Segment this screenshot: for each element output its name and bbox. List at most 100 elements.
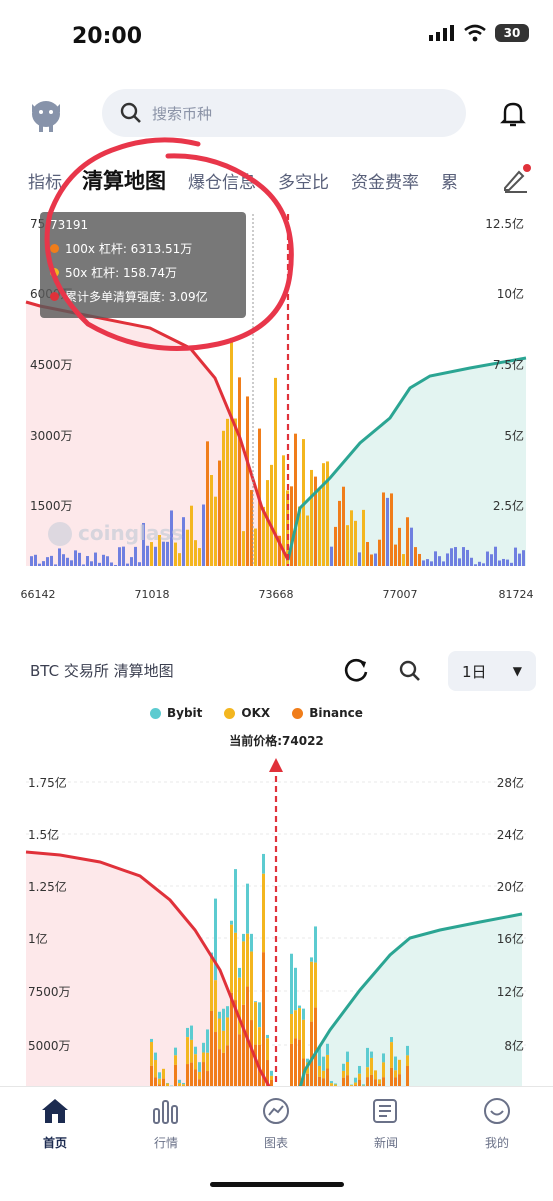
okx-bar: [406, 1055, 409, 1066]
chart-bar: [246, 396, 249, 566]
status-time: 20:00: [72, 24, 142, 49]
okx-bar: [326, 1055, 329, 1069]
okx-bar: [162, 1069, 165, 1079]
okx-bar: [202, 1053, 205, 1063]
bybit-bar: [342, 1064, 345, 1071]
bybit-bar: [254, 1001, 257, 1002]
okx-bar: [370, 1058, 373, 1075]
chart-bar: [490, 554, 493, 566]
x-tick: 66142: [21, 588, 56, 601]
chart-bar: [210, 475, 213, 566]
battery-indicator: 30: [495, 24, 529, 42]
bybit-bar: [222, 1009, 225, 1031]
chart-bar: [374, 554, 377, 566]
chart-bar: [146, 546, 149, 566]
okx-bar: [230, 925, 233, 993]
chart-bar: [102, 555, 105, 566]
chart-bar: [38, 564, 41, 566]
chart-bar: [330, 547, 333, 566]
chart-bar: [414, 547, 417, 566]
tab-funding-rate[interactable]: 资金费率: [351, 168, 419, 193]
okx-bar: [190, 1040, 193, 1063]
binance-bar: [230, 993, 233, 1090]
caret-down-icon: ▼: [513, 664, 522, 678]
okx-bar: [322, 1071, 325, 1078]
chart-bar: [186, 530, 189, 566]
bybit-bar: [242, 934, 245, 942]
okx-bar: [226, 1017, 229, 1045]
left-tick: 1亿: [28, 931, 48, 946]
right-tick: 12亿: [497, 984, 524, 999]
legend-item-binance[interactable]: Binance: [292, 706, 363, 720]
nav-home[interactable]: 首页: [15, 1097, 95, 1151]
nav-market[interactable]: 行情: [126, 1097, 206, 1151]
bybit-bar: [230, 921, 233, 925]
chart-bar: [94, 553, 97, 566]
chart-bar: [522, 550, 525, 566]
chart-circle-icon: [261, 1097, 291, 1125]
chart-bar: [74, 550, 77, 566]
chart-bar: [482, 563, 485, 566]
okx-bar: [270, 1076, 273, 1080]
nav-news[interactable]: 新闻: [346, 1097, 426, 1151]
chart-bar: [446, 553, 449, 566]
binance-bar: [226, 1045, 229, 1090]
nav-charts[interactable]: 图表: [236, 1097, 316, 1151]
bybit-bar: [406, 1046, 409, 1056]
binance-bar: [254, 1045, 257, 1090]
chart-bar: [478, 562, 481, 566]
chart-bar: [310, 470, 313, 566]
bybit-bar: [234, 869, 237, 933]
bell-icon[interactable]: [500, 100, 526, 132]
left-tick: 5000万: [28, 1039, 71, 1053]
chart-bar: [130, 557, 133, 566]
chart-bar: [82, 564, 85, 566]
refresh-icon[interactable]: [342, 656, 370, 688]
search-input[interactable]: 搜索币种: [102, 89, 466, 137]
timeframe-select[interactable]: 1日 ▼: [448, 651, 536, 691]
nav-profile[interactable]: 我的: [457, 1097, 537, 1151]
okx-bar: [206, 1053, 209, 1071]
bybit-bar: [190, 1026, 193, 1040]
bybit-bar: [202, 1043, 205, 1053]
okx-bar: [218, 1019, 221, 1050]
okx-bar: [342, 1071, 345, 1078]
legend-item-okx[interactable]: OKX: [224, 706, 270, 720]
watermark-logo-icon: [48, 522, 72, 546]
bybit-bar: [294, 968, 297, 1010]
okx-bar: [266, 1038, 269, 1060]
chart-bar: [346, 525, 349, 566]
left-tick: 1500万: [30, 499, 73, 513]
exchange-map-title: BTC 交易所 清算地图: [30, 660, 174, 681]
edit-icon[interactable]: [501, 164, 531, 198]
bybit-bar: [370, 1052, 373, 1058]
chart-bar: [322, 463, 325, 566]
okx-bar: [354, 1083, 357, 1086]
home-icon: [40, 1097, 70, 1125]
zoom-search-icon[interactable]: [398, 659, 422, 687]
chart-bar: [294, 434, 297, 566]
price-arrow-icon: [269, 758, 283, 772]
tab-more-cut[interactable]: 累: [441, 168, 458, 193]
watermark: coinglass: [78, 521, 183, 545]
chart-bar: [350, 510, 353, 566]
chart-bar: [494, 547, 497, 566]
bybit-bar: [206, 1029, 209, 1052]
bybit-bar: [246, 884, 249, 934]
chart-bar: [418, 554, 421, 566]
left-tick: 1.75亿: [28, 775, 67, 790]
logo-icon[interactable]: [26, 94, 66, 138]
chart-bar: [462, 547, 465, 566]
bybit-bar: [310, 957, 313, 961]
chart-bar: [382, 492, 385, 566]
legend-item-bybit[interactable]: Bybit: [150, 706, 202, 720]
bybit-bar: [358, 1066, 361, 1074]
binance-bar: [222, 1053, 225, 1090]
status-icons: 30: [429, 24, 529, 42]
chart-bar: [162, 542, 165, 566]
bybit-bar: [354, 1078, 357, 1083]
okx-bar: [222, 1031, 225, 1053]
okx-bar: [314, 963, 317, 1008]
chart-bar: [222, 431, 225, 566]
exchange-liquidation-chart[interactable]: 1.75亿 1.5亿 1.25亿 1亿 7500万 5000万 28亿 24亿 …: [0, 740, 553, 1090]
